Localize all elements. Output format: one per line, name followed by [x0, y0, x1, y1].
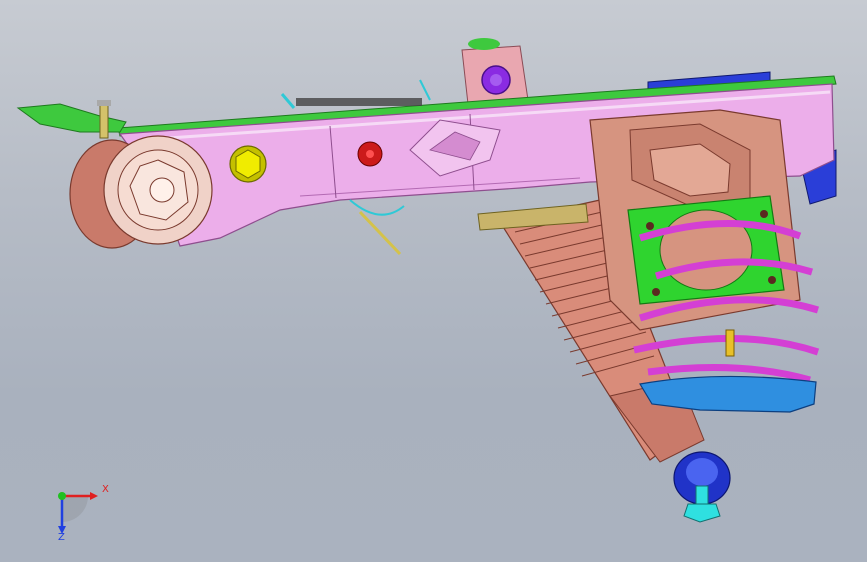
ball-joint[interactable]: [673, 451, 731, 523]
retaining-pin: [725, 329, 735, 357]
red-bolt[interactable]: [357, 141, 383, 167]
suspension-model[interactable]: [0, 0, 867, 562]
front-bushing[interactable]: [69, 135, 213, 249]
y-axis-marker: [58, 492, 66, 500]
left-clip: [16, 100, 127, 139]
gasket-plate: [627, 195, 785, 305]
x-axis-label: X: [102, 484, 109, 495]
upper-bolt-tower[interactable]: [461, 38, 529, 105]
cad-viewport[interactable]: X Y Z: [0, 0, 867, 562]
z-axis-label: Z: [58, 532, 65, 543]
axis-triad: X Y Z: [40, 478, 120, 548]
yellow-bolt[interactable]: [229, 145, 267, 183]
